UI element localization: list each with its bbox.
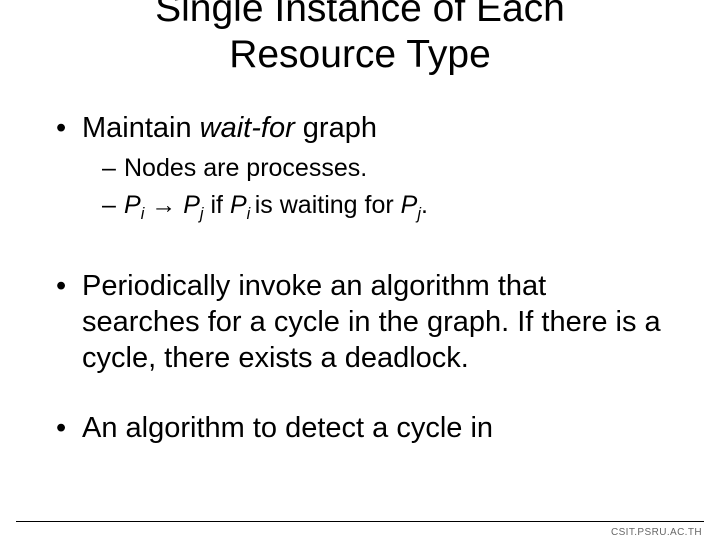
bullet-1-text-b: graph: [295, 112, 377, 144]
if-text: if: [204, 191, 230, 219]
bullet-3-text: An algorithm to detect a cycle in: [82, 412, 493, 444]
pi-sym: P: [124, 191, 141, 219]
arrow: →: [144, 191, 183, 219]
footer-rule: [16, 521, 704, 522]
pi2-sub: i: [247, 205, 255, 223]
pi2-sym: P: [230, 191, 247, 219]
spacer-2: [54, 384, 669, 410]
title-line-2: Resource Type: [229, 33, 491, 76]
footer-text: CSIT.PSRU.AC.TH: [611, 527, 702, 538]
sub-bullet-2: Pi → Pj if Pi is waiting for Pj.: [102, 189, 669, 225]
pj-sym: P: [183, 191, 200, 219]
slide-title: Single Instance of Each Resource Type: [0, 0, 720, 78]
bullet-list: Maintain wait-for graph Nodes are proces…: [54, 110, 669, 447]
pj2-sym: P: [401, 191, 418, 219]
sub-bullet-1: Nodes are processes.: [102, 152, 669, 185]
bullet-1-em: wait-for: [200, 112, 295, 144]
slide: Single Instance of Each Resource Type Ma…: [0, 0, 720, 540]
spacer-1: [54, 234, 669, 268]
bullet-2: Periodically invoke an algorithm that se…: [54, 268, 669, 377]
bullet-3: An algorithm to detect a cycle in: [54, 410, 669, 446]
bullet-1: Maintain wait-for graph Nodes are proces…: [54, 110, 669, 226]
sub-list-1: Nodes are processes. Pi → Pj if Pi is wa…: [82, 152, 669, 225]
slide-body: Maintain wait-for graph Nodes are proces…: [54, 110, 669, 455]
bullet-2-text: Periodically invoke an algorithm that se…: [82, 270, 661, 375]
wait-text: is waiting for: [255, 191, 401, 219]
title-line-1: Single Instance of Each: [155, 0, 565, 30]
bullet-1-text-a: Maintain: [82, 112, 200, 144]
sub-bullet-1-text: Nodes are processes.: [124, 154, 367, 182]
dot: .: [421, 191, 428, 219]
